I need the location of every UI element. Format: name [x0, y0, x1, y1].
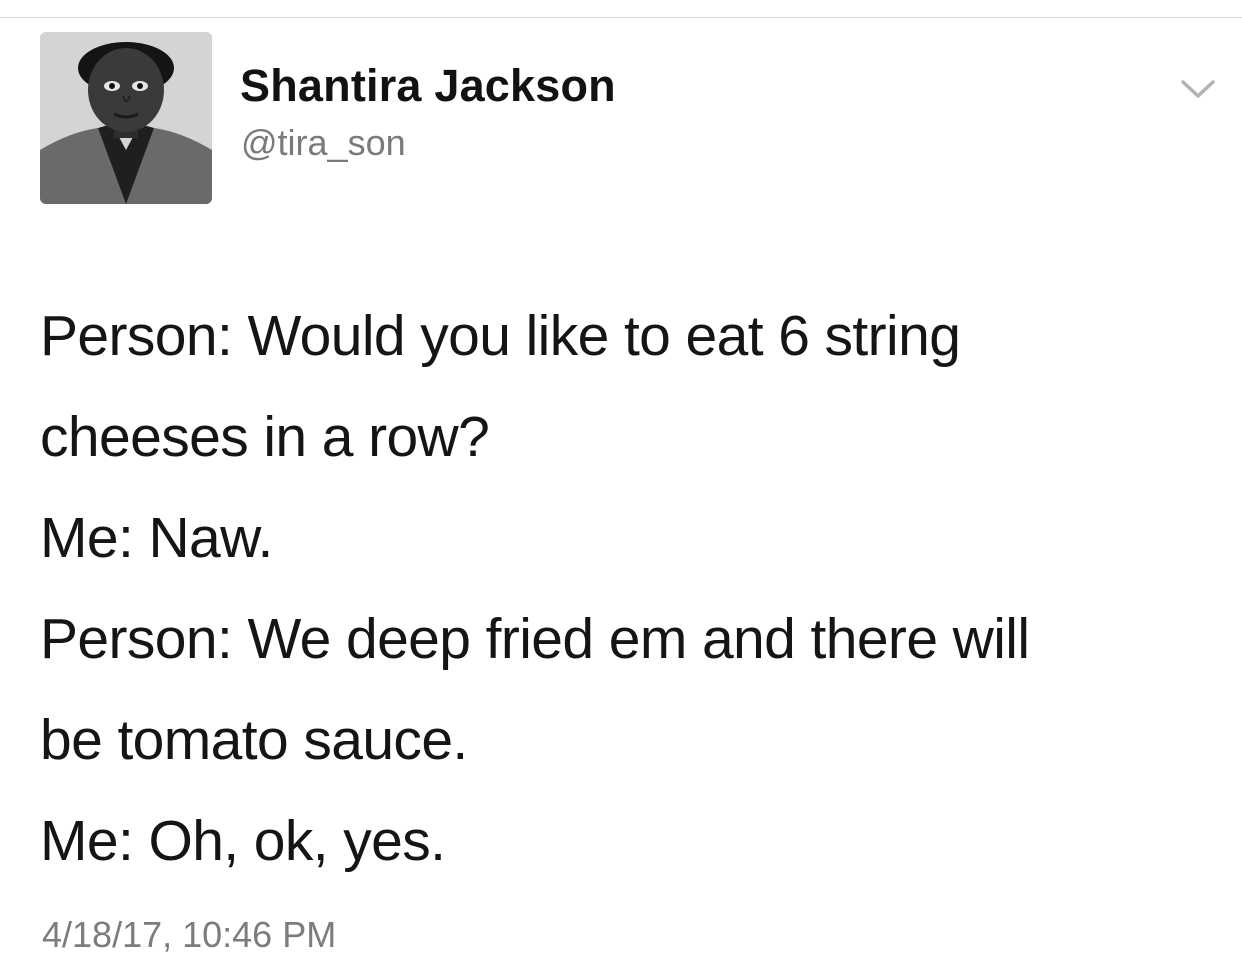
tweet-timestamp[interactable]: 4/18/17, 10:46 PM	[42, 914, 336, 956]
author-avatar[interactable]	[40, 32, 212, 204]
chevron-down-icon	[1181, 80, 1215, 98]
avatar-photo	[40, 32, 212, 204]
tweet-text-line: Person: We deep fried em and there will	[40, 607, 1030, 671]
top-divider	[0, 17, 1242, 18]
tweet-text-line: Me: Naw.	[40, 506, 273, 570]
tweet-text-line: Person: Would you like to eat 6 string	[40, 304, 961, 368]
tweet-text-line: cheeses in a row?	[40, 405, 490, 469]
tweet-text-line: Me: Oh, ok, yes.	[40, 809, 446, 873]
author-display-name[interactable]: Shantira Jackson	[240, 60, 616, 112]
author-handle[interactable]: @tira_son	[241, 122, 406, 164]
tweet-text: Person: Would you like to eat 6 string c…	[40, 286, 1220, 892]
tweet-text-line: be tomato sauce.	[40, 708, 468, 772]
tweet-menu-button[interactable]	[1178, 74, 1218, 104]
